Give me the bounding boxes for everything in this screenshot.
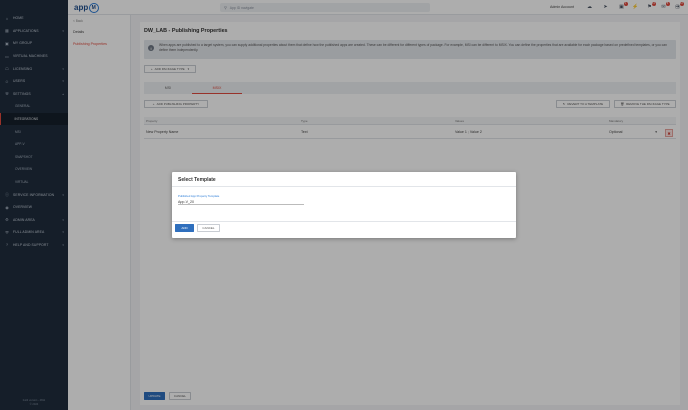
template-input[interactable]: [178, 199, 304, 205]
dialog-footer-divider: [172, 221, 516, 222]
select-template-dialog: Select Template Published App Property T…: [172, 172, 516, 238]
dialog-divider: [172, 186, 516, 187]
dialog-title: Select Template: [178, 177, 216, 183]
dialog-cancel-button[interactable]: CANCEL: [197, 224, 220, 232]
add-button[interactable]: ADD: [175, 224, 194, 232]
template-field-label: Published App Property Template: [178, 194, 220, 198]
